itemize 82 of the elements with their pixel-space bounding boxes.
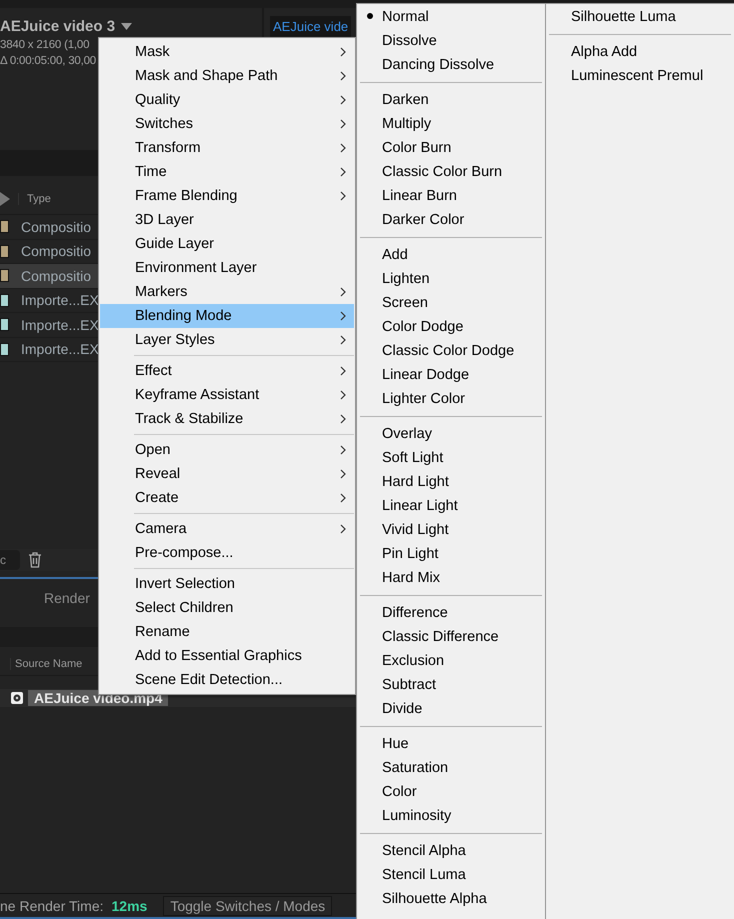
blend-mode-item[interactable]: Screen	[357, 291, 545, 315]
blend-mode-item[interactable]: Classic Color Dodge	[357, 339, 545, 363]
column-header[interactable]: Type	[18, 193, 51, 205]
blend-mode-item[interactable]: Hard Mix	[357, 566, 545, 590]
composition-info: 3840 x 2160 (1,00	[0, 39, 90, 51]
blend-mode-item[interactable]: Darken	[357, 88, 545, 112]
menu-item[interactable]: Select Children	[100, 596, 354, 620]
blend-mode-item[interactable]: Soft Light	[357, 446, 545, 470]
blend-mode-item[interactable]: Color	[357, 780, 545, 804]
menu-item[interactable]: Frame Blending	[100, 184, 354, 208]
viewer-tab[interactable]: AEJuice vide	[270, 16, 352, 37]
blend-mode-item[interactable]: Linear Burn	[357, 184, 545, 208]
menu-item[interactable]: Quality	[100, 88, 354, 112]
type-cell: Compositio	[21, 218, 92, 235]
menu-item[interactable]: Keyframe Assistant	[100, 383, 354, 407]
blend-mode-item[interactable]: Lighter Color	[357, 387, 545, 411]
blend-mode-item[interactable]: Difference	[357, 601, 545, 625]
type-cell: Compositio	[21, 268, 92, 284]
composition-title: AEJuice video 3	[0, 18, 116, 35]
blend-mode-item[interactable]: Classic Color Burn	[357, 160, 545, 184]
blend-mode-item[interactable]: Color Dodge	[357, 315, 545, 339]
menu-item[interactable]: Environment Layer	[100, 256, 354, 280]
menu-item[interactable]: Layer Styles	[100, 328, 354, 352]
blend-mode-item[interactable]: Linear Light	[357, 494, 545, 518]
menu-item[interactable]: Markers	[100, 280, 354, 304]
blend-mode-item[interactable]: Pin Light	[357, 542, 545, 566]
type-cell: Importe...EX	[21, 316, 99, 333]
menu-item[interactable]: Pre-compose...	[100, 541, 354, 565]
type-cell: Compositio	[21, 243, 92, 260]
blend-mode-item[interactable]: Silhouette Luma	[546, 5, 734, 29]
menu-item[interactable]: Add to Essential Graphics	[100, 644, 354, 668]
menu-item[interactable]: Create	[100, 486, 354, 510]
toggle-switches-button[interactable]: Toggle Switches / Modes	[163, 896, 332, 916]
blend-mode-item[interactable]: Subtract	[357, 673, 545, 697]
blend-mode-item[interactable]: Add	[357, 243, 545, 267]
menu-item[interactable]: Mask	[100, 40, 354, 64]
type-cell: Importe...EX	[21, 292, 99, 308]
menu-item[interactable]: Open	[100, 438, 354, 462]
blend-mode-item[interactable]: Exclusion	[357, 649, 545, 673]
blend-mode-item[interactable]: Luminosity	[357, 804, 545, 828]
menu-item[interactable]: Reveal	[100, 462, 354, 486]
menu-item[interactable]: Scene Edit Detection...	[100, 668, 354, 692]
menu-item[interactable]: Camera	[100, 517, 354, 541]
menu-item[interactable]: Time	[100, 160, 354, 184]
blend-mode-item[interactable]: Vivid Light	[357, 518, 545, 542]
blend-mode-item[interactable]: Multiply	[357, 112, 545, 136]
blend-mode-item[interactable]: Hue	[357, 732, 545, 756]
render-time-value: 12ms	[112, 898, 148, 914]
blend-mode-item[interactable]: Stencil Luma	[357, 863, 545, 887]
menu-item[interactable]: Mask and Shape Path	[100, 64, 354, 88]
blend-mode-item[interactable]: Dancing Dissolve	[357, 53, 545, 77]
menu-item[interactable]: 3D Layer	[100, 208, 354, 232]
blend-mode-item[interactable]: Silhouette Alpha	[357, 887, 545, 911]
menu-item[interactable]: Guide Layer	[100, 232, 354, 256]
menu-item[interactable]: Rename	[100, 620, 354, 644]
blend-mode-item[interactable]: Divide	[357, 697, 545, 721]
blend-mode-item[interactable]: Hard Light	[357, 470, 545, 494]
blend-mode-item[interactable]: Lighten	[357, 267, 545, 291]
blend-mode-item[interactable]: Darker Color	[357, 208, 545, 232]
blend-mode-item[interactable]: Luminescent Premul	[546, 64, 734, 88]
menu-item[interactable]: Track & Stabilize	[100, 407, 354, 431]
menu-item[interactable]: Invert Selection	[100, 572, 354, 596]
blend-mode-item[interactable]: Linear Dodge	[357, 363, 545, 387]
menu-item[interactable]: Blending Mode	[100, 304, 354, 328]
composition-info: Δ 0:00:05:00, 30,00	[0, 55, 96, 67]
blend-mode-item[interactable]: Overlay	[357, 422, 545, 446]
blend-mode-item[interactable]: Normal	[357, 5, 545, 29]
blend-mode-item[interactable]: Stencil Alpha	[357, 839, 545, 863]
column-header[interactable]: Source Name	[10, 658, 82, 670]
blend-mode-item[interactable]: Dissolve	[357, 29, 545, 53]
blend-mode-item[interactable]: Classic Difference	[357, 625, 545, 649]
search-field[interactable]: c	[0, 550, 20, 570]
blend-mode-item[interactable]: Color Burn	[357, 136, 545, 160]
menu-item[interactable]: Transform	[100, 136, 354, 160]
render-time-label: ne Render Time:	[0, 898, 104, 914]
menu-item[interactable]: Effect	[100, 359, 354, 383]
blend-mode-item[interactable]: Saturation	[357, 756, 545, 780]
menu-item[interactable]: Switches	[100, 112, 354, 136]
trash-icon[interactable]	[28, 552, 42, 568]
blend-mode-item[interactable]: Alpha Add	[546, 40, 734, 64]
dropdown-caret-icon[interactable]	[121, 23, 132, 30]
type-cell: Importe...EX	[21, 341, 99, 358]
